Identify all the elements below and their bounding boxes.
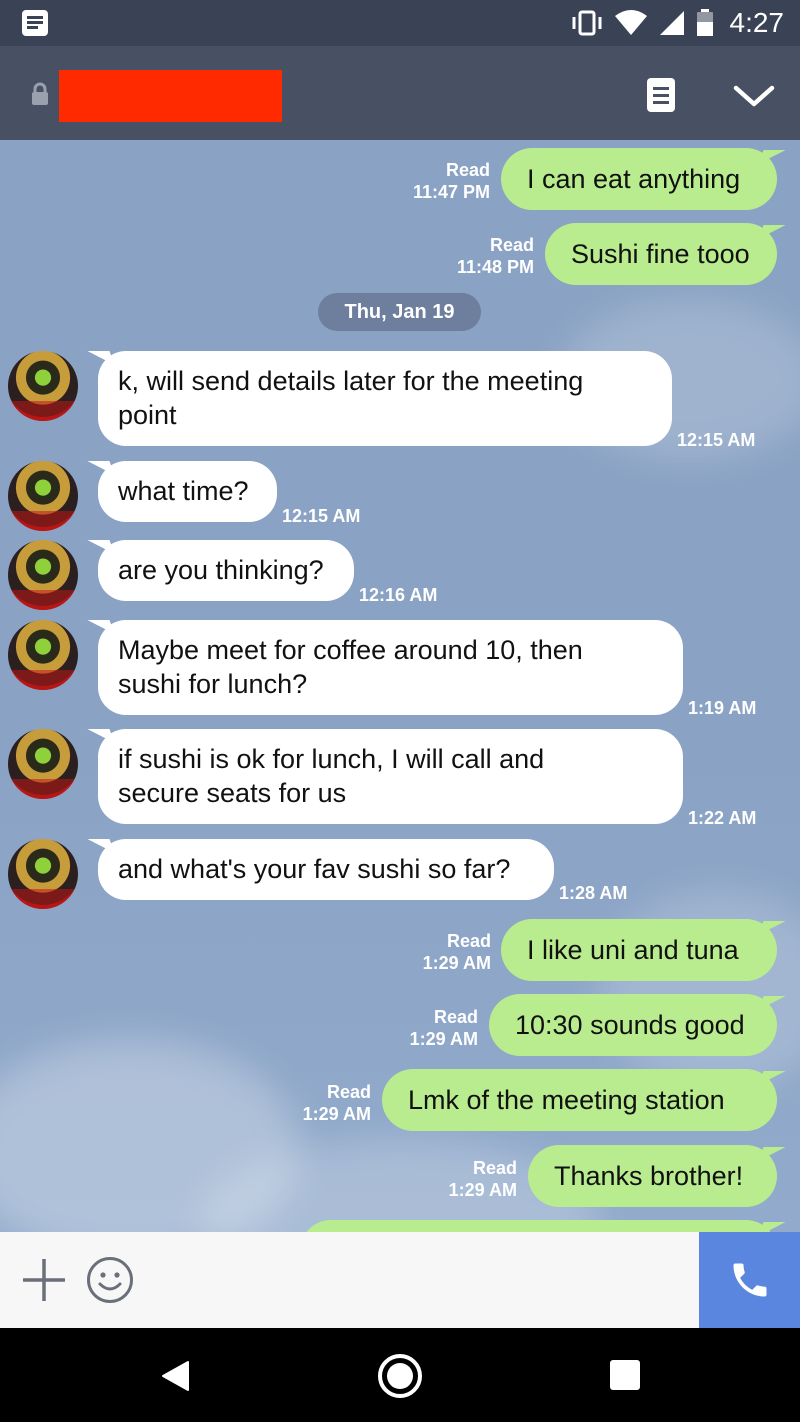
plus-icon[interactable] [20,1256,68,1304]
read-receipt: Read 1:29 AM [409,1007,478,1049]
status-icons: 4:27 [570,0,785,46]
avatar[interactable] [8,620,78,690]
date-separator: Thu, Jan 19 [318,293,481,331]
home-icon[interactable] [378,1354,422,1398]
status-bar: 4:27 [0,0,800,46]
vibrate-icon [572,10,601,36]
message-bubble-outgoing[interactable]: 10:30 sounds good [489,994,777,1056]
read-receipt: Read 11:48 PM [456,235,534,277]
recents-icon[interactable] [610,1360,640,1390]
contact-name-redacted[interactable] [59,70,282,122]
message-bubble-incoming[interactable]: are you thinking? [98,540,354,601]
signal-icon [659,11,684,35]
chat-messages[interactable]: Read 11:47 PM I can eat anything Read 11:4… [0,140,800,1232]
message-bubble-incoming[interactable]: and what's your fav sushi so far? [98,839,554,900]
call-button[interactable] [699,1232,800,1328]
read-receipt: Read 1:29 AM [422,931,491,973]
message-bubble-outgoing[interactable]: I can eat anything [501,148,777,210]
message-time: 12:16 AM [359,585,438,605]
status-time: 4:27 [729,7,785,38]
notification-icon [22,10,48,36]
read-receipt: Read 1:29 AM [302,1082,371,1124]
message-bubble-outgoing[interactable]: Sushi fine tooo [545,223,777,285]
avatar[interactable] [8,351,78,421]
message-bubble-outgoing-partial[interactable] [300,1220,777,1232]
message-time: 1:19 AM [688,698,757,718]
back-icon[interactable] [160,1360,190,1392]
read-receipt: Read 1:29 AM [448,1158,517,1200]
avatar[interactable] [8,729,78,799]
message-bubble-outgoing[interactable]: I like uni and tuna [501,919,777,981]
wifi-icon [614,10,647,35]
message-time: 1:22 AM [688,808,757,828]
message-bubble-incoming[interactable]: Maybe meet for coffee around 10, then sus… [98,620,683,715]
message-bubble-outgoing[interactable]: Lmk of the meeting station [382,1069,777,1131]
lock-icon [32,82,48,105]
message-time: 1:28 AM [559,883,628,903]
avatar[interactable] [8,461,78,531]
battery-icon [696,9,713,36]
emoji-icon[interactable] [86,1256,134,1304]
read-receipt: Read 11:47 PM [412,160,490,202]
message-time: 12:15 AM [677,430,756,450]
notes-icon[interactable] [646,77,676,113]
message-bubble-incoming[interactable]: if sushi is ok for lunch, I will call an… [98,729,683,824]
message-bubble-incoming[interactable]: what time? [98,461,277,522]
message-bubble-incoming[interactable]: k, will send details later for the meeti… [98,351,672,446]
avatar[interactable] [8,540,78,610]
message-bubble-outgoing[interactable]: Thanks brother! [528,1145,777,1207]
avatar[interactable] [8,839,78,909]
phone-icon [733,1263,766,1297]
message-time: 12:15 AM [282,506,361,526]
chevron-down-icon[interactable] [732,82,776,110]
